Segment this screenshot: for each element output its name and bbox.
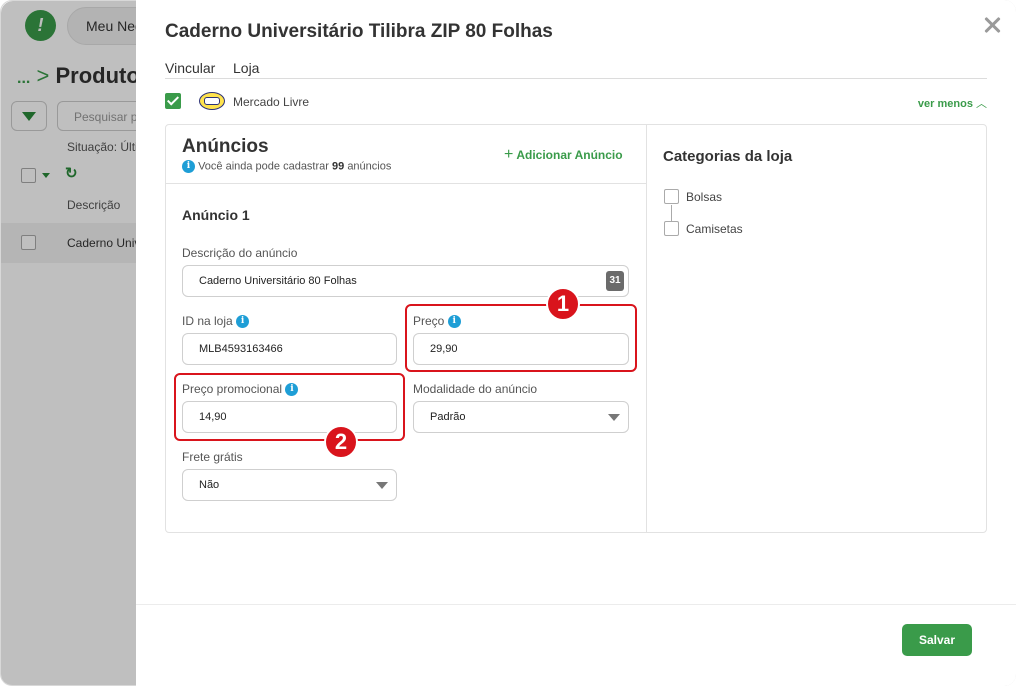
- modalidade-value: Padrão: [430, 411, 466, 423]
- close-icon[interactable]: [981, 14, 1003, 36]
- ver-menos-toggle[interactable]: ver menos ︿: [918, 95, 987, 111]
- anuncios-subtitle-prefix: Você ainda pode cadastrar: [198, 160, 329, 173]
- frete-label: Frete grátis: [182, 450, 243, 464]
- anuncios-title: Anúncios: [182, 136, 269, 157]
- save-button[interactable]: Salvar: [902, 624, 972, 656]
- mercado-livre-logo-icon: [199, 92, 225, 110]
- chevron-up-icon: ︿: [976, 98, 987, 110]
- store-checkbox[interactable]: [165, 93, 181, 109]
- product-modal: Caderno Universitário Tilibra ZIP 80 Fol…: [136, 0, 1016, 686]
- descricao-value: Caderno Universitário 80 Folhas: [199, 275, 357, 287]
- category-label: Bolsas: [686, 190, 723, 204]
- ver-menos-label: ver menos: [917, 98, 973, 110]
- add-anuncio-label: Adicionar Anúncio: [516, 148, 623, 162]
- id-loja-field[interactable]: MLB4593163466: [182, 333, 397, 365]
- tab-vincular[interactable]: Vincular: [165, 60, 215, 76]
- descricao-label: Descrição do anúncio: [182, 246, 298, 260]
- id-loja-label-text: ID na loja: [182, 314, 233, 328]
- modalidade-label: Modalidade do anúncio: [413, 382, 538, 396]
- modal-tabs: Vincular Loja: [165, 60, 987, 79]
- info-icon: i: [236, 315, 250, 329]
- category-checkbox[interactable]: [664, 189, 679, 204]
- plus-icon: +: [504, 146, 514, 163]
- categorias-column: Categorias da loja Bolsas Camisetas: [647, 125, 986, 532]
- tab-loja[interactable]: Loja: [233, 60, 259, 76]
- anuncio-title: Anúncio 1: [182, 207, 250, 223]
- anuncios-subtitle-suffix: anúncios: [347, 160, 392, 173]
- highlight-box-preco: [405, 304, 637, 372]
- category-label: Camisetas: [686, 222, 743, 236]
- anuncios-remaining-count: 99: [332, 160, 345, 173]
- anuncios-subtitle: i Você ainda pode cadastrar 99 anúncios: [182, 160, 391, 173]
- add-anuncio-button[interactable]: + Adicionar Anúncio: [504, 146, 623, 164]
- info-icon: i: [182, 160, 195, 173]
- anuncios-column: Anúncios i Você ainda pode cadastrar 99 …: [166, 125, 647, 532]
- chevron-down-icon: [608, 414, 620, 421]
- highlight-box-preco-promocional: [174, 373, 405, 441]
- id-loja-label: ID na loja i: [182, 314, 250, 329]
- store-name: Mercado Livre: [233, 95, 310, 109]
- modal-footer: Salvar: [136, 604, 1016, 686]
- id-loja-value: MLB4593163466: [199, 343, 283, 355]
- frete-select[interactable]: Não: [182, 469, 397, 501]
- modalidade-select[interactable]: Padrão: [413, 401, 629, 433]
- frete-value: Não: [199, 479, 220, 491]
- annotation-badge-2: 2: [324, 425, 358, 459]
- category-checkbox[interactable]: [664, 221, 679, 236]
- anuncios-header: Anúncios i Você ainda pode cadastrar 99 …: [166, 125, 646, 184]
- store-row: Mercado Livre ver menos ︿: [165, 92, 987, 112]
- modal-title: Caderno Universitário Tilibra ZIP 80 Fol…: [165, 21, 553, 42]
- char-counter-badge: 31: [606, 271, 624, 291]
- store-panel: Anúncios i Você ainda pode cadastrar 99 …: [165, 124, 987, 533]
- categorias-title: Categorias da loja: [663, 148, 793, 165]
- annotation-badge-1: 1: [546, 287, 580, 321]
- chevron-down-icon: [376, 482, 388, 489]
